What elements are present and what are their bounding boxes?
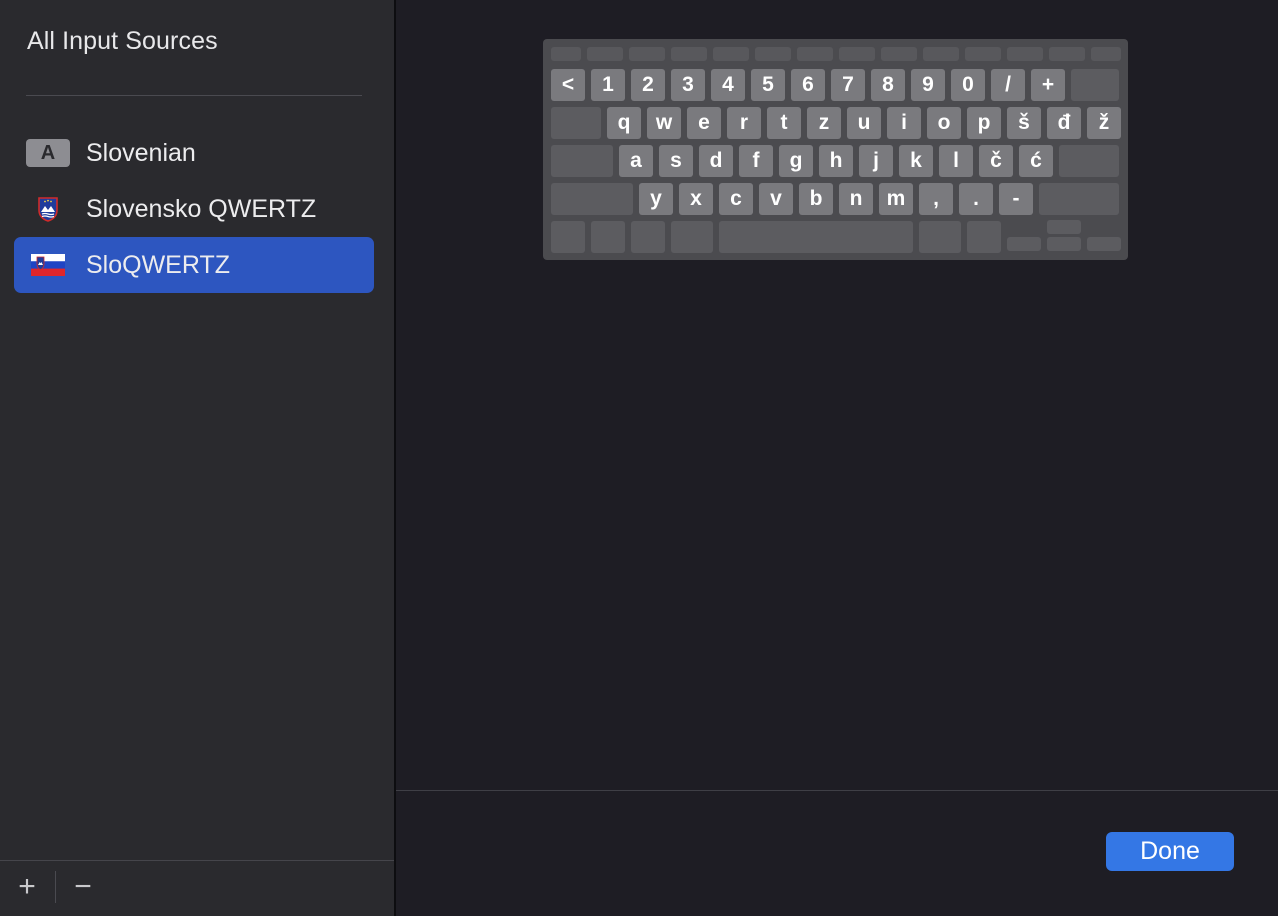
keyboard-key: 5 [751, 69, 785, 101]
keyboard-key: t [767, 107, 801, 139]
keyboard-key: l [939, 145, 973, 177]
source-item-slovenian[interactable]: A Slovenian [14, 125, 374, 181]
keyboard-key: 6 [791, 69, 825, 101]
left-shift-key [551, 183, 633, 215]
source-item-label: Slovensko QWERTZ [86, 194, 317, 223]
backspace-key [1071, 69, 1119, 101]
function-key [1007, 47, 1043, 61]
tab-key [551, 107, 601, 139]
keyboard-key: 4 [711, 69, 745, 101]
keyboard-key: , [919, 183, 953, 215]
keyboard-key: n [839, 183, 873, 215]
keyboard-key: ć [1019, 145, 1053, 177]
keyboard-key: o [927, 107, 961, 139]
keyboard-key: x [679, 183, 713, 215]
slovenia-flag-icon [26, 251, 70, 279]
keyboard-key: v [759, 183, 793, 215]
keyboard-key: 7 [831, 69, 865, 101]
keyboard-key: . [959, 183, 993, 215]
keyboard-key: + [1031, 69, 1065, 101]
add-input-source-button[interactable]: + [12, 870, 42, 904]
return-key [1059, 145, 1119, 177]
source-item-sloqwertz[interactable]: SloQWERTZ [14, 237, 374, 293]
keyboard-key: w [647, 107, 681, 139]
caps-lock-key [551, 145, 613, 177]
keyboard-key: m [879, 183, 913, 215]
keyboard-key: q [607, 107, 641, 139]
function-key [797, 47, 833, 61]
keyboard-key: c [719, 183, 753, 215]
keyboard-key: y [639, 183, 673, 215]
keyboard-key: b [799, 183, 833, 215]
remove-input-source-button[interactable]: − [68, 870, 98, 904]
keyboard-key: 9 [911, 69, 945, 101]
function-key [671, 47, 707, 61]
keyboard-key: u [847, 107, 881, 139]
button-separator [55, 871, 56, 903]
keyboard-key: 1 [591, 69, 625, 101]
keyboard-key: 0 [951, 69, 985, 101]
keyboard-key: i [887, 107, 921, 139]
arrow-left-key [1007, 237, 1041, 251]
function-key [923, 47, 959, 61]
modifier-key [967, 221, 1001, 253]
keyboard-key: s [659, 145, 693, 177]
arrow-right-key [1087, 237, 1121, 251]
keyboard-key: č [979, 145, 1013, 177]
source-item-label: SloQWERTZ [86, 250, 230, 279]
keyboard-key: 8 [871, 69, 905, 101]
keyboard-key: - [999, 183, 1033, 215]
keyboard-key: j [859, 145, 893, 177]
input-source-list: A Slovenian Slovensko QWERTZ SloQWERTZ [14, 125, 374, 293]
keyboard-key: ž [1087, 107, 1121, 139]
keyboard-key: k [899, 145, 933, 177]
keyboard-key: g [779, 145, 813, 177]
function-key [587, 47, 623, 61]
keyboard-key: e [687, 107, 721, 139]
modifier-key [551, 221, 585, 253]
source-item-label: Slovenian [86, 138, 196, 167]
keyboard-key: 2 [631, 69, 665, 101]
space-key [719, 221, 913, 253]
modifier-key [591, 221, 625, 253]
keyboard-key: r [727, 107, 761, 139]
keyboard-key: / [991, 69, 1025, 101]
function-key [881, 47, 917, 61]
function-key [965, 47, 1001, 61]
slovenia-coat-of-arms-icon [26, 195, 70, 223]
arrow-down-key [1047, 237, 1081, 251]
input-sources-sidebar: All Input Sources A Slovenian Slovensko … [0, 0, 396, 916]
function-key [1049, 47, 1085, 61]
modifier-key [919, 221, 961, 253]
keyboard-key: p [967, 107, 1001, 139]
keyboard-key: < [551, 69, 585, 101]
keyboard-key: z [807, 107, 841, 139]
keyboard-key: f [739, 145, 773, 177]
keyboard-key: a [619, 145, 653, 177]
function-key [551, 47, 581, 61]
function-key [755, 47, 791, 61]
function-key [839, 47, 875, 61]
done-button[interactable]: Done [1106, 832, 1234, 871]
function-key [713, 47, 749, 61]
right-shift-key [1039, 183, 1119, 215]
modifier-key [671, 221, 713, 253]
arrow-up-key [1047, 220, 1081, 234]
letter-a-icon: A [26, 139, 70, 167]
function-key [629, 47, 665, 61]
keyboard-key: d [699, 145, 733, 177]
keyboard-layout-preview: <1 2 3 4 5 6 7 8 9 0/+ q w e r t z u i o p š đ ž a s d f g h j k l č ć y x c… [543, 39, 1128, 260]
main-divider [396, 790, 1278, 791]
modifier-key [631, 221, 665, 253]
sidebar-divider [26, 95, 362, 96]
keyboard-key: h [819, 145, 853, 177]
sidebar-bottom-divider [0, 860, 394, 861]
function-key [1091, 47, 1121, 61]
keyboard-key: 3 [671, 69, 705, 101]
keyboard-key: đ [1047, 107, 1081, 139]
source-item-slovensko-qwertz[interactable]: Slovensko QWERTZ [14, 181, 374, 237]
main-panel: <1 2 3 4 5 6 7 8 9 0/+ q w e r t z u i o p š đ ž a s d f g h j k l č ć y x c… [396, 0, 1278, 916]
keyboard-key: š [1007, 107, 1041, 139]
sidebar-title: All Input Sources [27, 27, 218, 55]
